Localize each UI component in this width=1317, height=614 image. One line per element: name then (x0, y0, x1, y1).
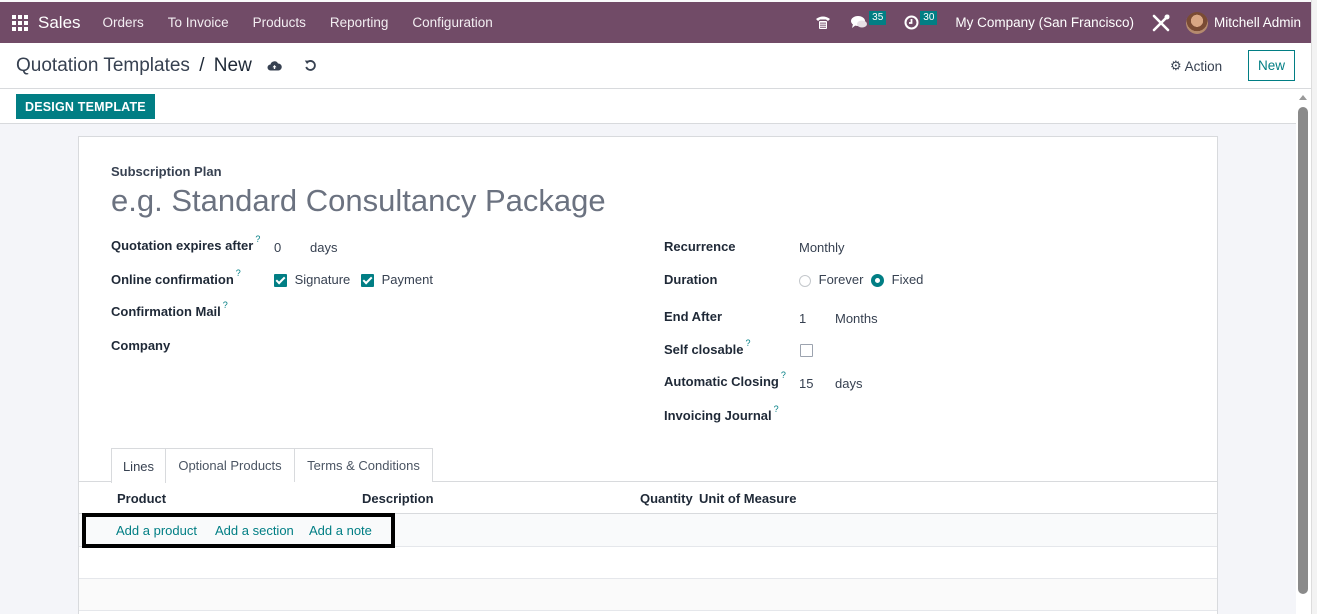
apps-grid-icon[interactable] (12, 14, 28, 31)
phone-icon (816, 16, 831, 29)
self-closable-label: Self closable? (664, 338, 751, 357)
end-after-input[interactable]: 1 (799, 311, 806, 326)
column-unit-of-measure[interactable]: Unit of Measure (699, 491, 797, 506)
control-panel: Quotation Templates / New ⚙ Action New (0, 43, 1311, 89)
status-bar: DESIGN TEMPLATE (0, 89, 1311, 124)
plan-name-label: Subscription Plan (111, 164, 222, 179)
debug-tools-button[interactable] (1152, 14, 1170, 32)
help-icon[interactable]: ? (745, 338, 750, 348)
messages-button[interactable]: 35 (851, 10, 887, 30)
duration-radio-fixed[interactable]: Fixed (871, 272, 924, 288)
action-menu-button[interactable]: ⚙ Action (1170, 58, 1222, 74)
empty-row (79, 579, 1217, 611)
user-menu[interactable]: Mitchell Admin (1214, 15, 1301, 30)
save-button[interactable] (266, 57, 284, 75)
menu-products[interactable]: Products (253, 15, 306, 30)
column-description[interactable]: Description (362, 491, 434, 506)
invoicing-journal-label-text: Invoicing Journal (664, 408, 772, 423)
duration-label: Duration (664, 272, 718, 287)
app-name[interactable]: Sales (38, 13, 81, 33)
chat-icon (851, 16, 868, 28)
lines-table-header: Product Description Quantity Unit of Mea… (79, 483, 1217, 514)
discard-button[interactable] (302, 57, 320, 75)
plan-name-input[interactable]: e.g. Standard Consultancy Package (111, 183, 606, 219)
scrollbar-thumb[interactable] (1298, 107, 1308, 594)
recurrence-select[interactable]: Monthly (799, 240, 845, 255)
quotation-expires-label: Quotation expires after? (111, 234, 260, 253)
annotation-highlight-box (82, 513, 395, 548)
end-after-label: End After (664, 309, 723, 324)
company-label: Company (111, 338, 171, 353)
phone-button[interactable] (815, 15, 831, 30)
company-switcher[interactable]: My Company (San Francisco) (955, 15, 1134, 30)
activities-button[interactable]: 30 (904, 10, 938, 30)
help-icon[interactable]: ? (774, 404, 779, 414)
self-closable-checkbox[interactable] (800, 344, 813, 358)
signature-checkbox-field[interactable]: Signature (274, 272, 351, 288)
radio-fixed[interactable] (871, 274, 884, 288)
help-icon[interactable]: ? (223, 300, 228, 310)
column-product[interactable]: Product (117, 491, 166, 506)
payment-checkbox[interactable] (361, 274, 374, 288)
breadcrumb: Quotation Templates / New (16, 55, 252, 77)
menu-orders[interactable]: Orders (103, 15, 144, 30)
radio-forever[interactable] (799, 274, 811, 287)
column-quantity[interactable]: Quantity (640, 491, 693, 506)
quotation-expires-unit: days (310, 240, 338, 255)
self-closable-label-text: Self closable (664, 342, 744, 357)
menu-reporting[interactable]: Reporting (330, 15, 389, 30)
breadcrumb-separator: / (199, 54, 205, 76)
duration-radio-forever[interactable]: Forever (799, 272, 863, 287)
empty-row (79, 547, 1217, 579)
clock-icon (904, 15, 919, 30)
help-icon[interactable]: ? (781, 370, 786, 380)
help-icon[interactable]: ? (255, 234, 260, 244)
invoicing-journal-label: Invoicing Journal? (664, 404, 779, 423)
breadcrumb-current: New (213, 54, 252, 76)
help-icon[interactable]: ? (236, 268, 241, 278)
automatic-closing-label-text: Automatic Closing (664, 374, 779, 389)
notebook-tabs: Lines Optional Products Terms & Conditio… (79, 448, 1217, 483)
fixed-label: Fixed (891, 272, 924, 287)
quotation-expires-input[interactable]: 0 (274, 240, 281, 255)
window-edge (1311, 0, 1317, 614)
quotation-expires-label-text: Quotation expires after (111, 238, 254, 253)
messages-count-badge: 35 (869, 10, 887, 25)
breadcrumb-parent[interactable]: Quotation Templates (16, 55, 190, 76)
signature-checkbox[interactable] (274, 274, 287, 288)
signature-label: Signature (294, 272, 351, 287)
confirmation-mail-label: Confirmation Mail? (111, 300, 228, 319)
end-after-unit-select[interactable]: Months (835, 311, 878, 326)
tab-lines[interactable]: Lines (111, 448, 166, 483)
activities-count-badge: 30 (920, 10, 938, 25)
tab-terms-conditions[interactable]: Terms & Conditions (295, 448, 433, 482)
payment-checkbox-field[interactable]: Payment (361, 272, 433, 288)
automatic-closing-unit: days (835, 376, 863, 391)
cloud-upload-icon (267, 61, 283, 71)
confirmation-mail-label-text: Confirmation Mail (111, 304, 221, 319)
action-label: Action (1184, 58, 1223, 74)
new-button[interactable]: New (1248, 50, 1295, 81)
recurrence-label: Recurrence (664, 239, 736, 254)
undo-icon (305, 60, 317, 71)
forever-label: Forever (818, 272, 864, 287)
design-template-button[interactable]: DESIGN TEMPLATE (16, 94, 155, 119)
payment-label: Payment (381, 272, 433, 287)
menu-configuration[interactable]: Configuration (412, 15, 492, 30)
avatar[interactable] (1185, 11, 1208, 34)
automatic-closing-input[interactable]: 15 (799, 376, 813, 391)
tab-optional-products[interactable]: Optional Products (166, 448, 295, 482)
gear-icon: ⚙ (1170, 58, 1182, 73)
tools-icon (1152, 14, 1170, 31)
automatic-closing-label: Automatic Closing? (664, 370, 786, 389)
online-confirmation-label: Online confirmation? (111, 268, 241, 287)
scroll-up-arrow-icon[interactable] (1299, 95, 1307, 100)
top-navbar: Sales Orders To Invoice Products Reporti… (0, 2, 1311, 43)
online-confirmation-label-text: Online confirmation (111, 272, 234, 287)
self-closable-field[interactable] (800, 342, 813, 358)
menu-to-invoice[interactable]: To Invoice (168, 15, 229, 30)
